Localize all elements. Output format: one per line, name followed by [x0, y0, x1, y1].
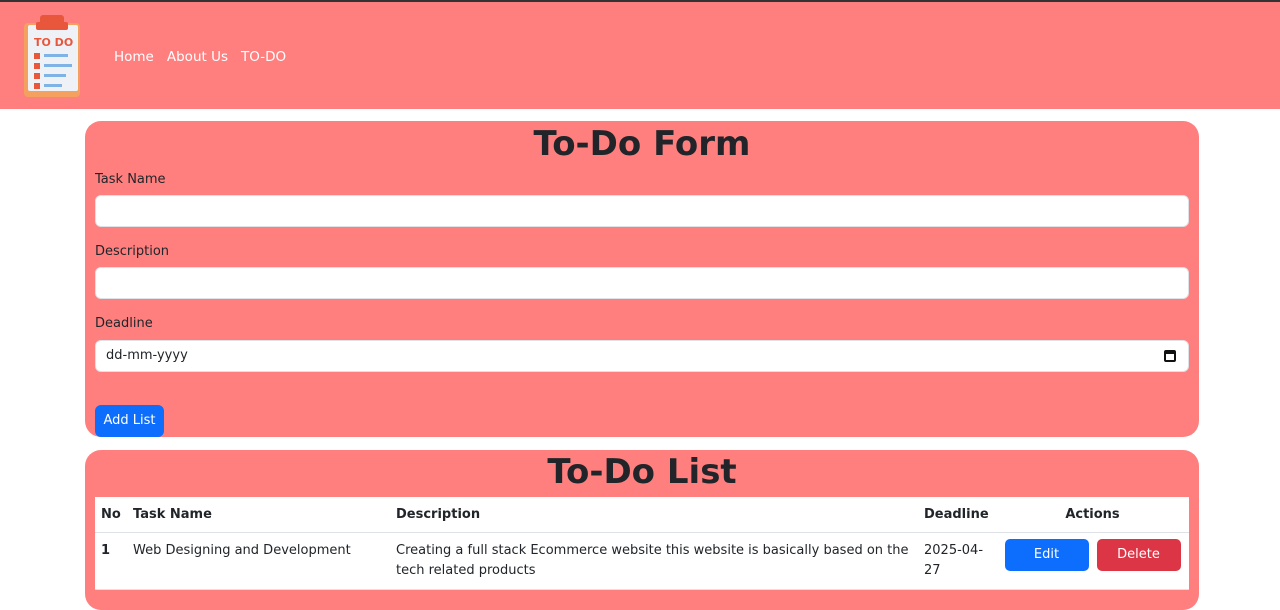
todo-table: No Task Name Description Deadline Action…	[95, 497, 1189, 590]
task-name-input[interactable]	[95, 195, 1189, 227]
navbar: TO DO Home About Us TO-DO	[0, 0, 1280, 109]
row-description: Creating a full stack Ecommerce website …	[390, 532, 918, 590]
header-actions: Actions	[996, 497, 1189, 533]
header-deadline: Deadline	[918, 497, 996, 533]
table-row: 1 Web Designing and Development Creating…	[95, 532, 1189, 590]
task-name-label: Task Name	[95, 172, 166, 187]
description-label: Description	[95, 244, 170, 259]
header-no: No	[95, 497, 127, 533]
list-title: To-Do List	[547, 452, 737, 492]
table-header-row: No Task Name Description Deadline Action…	[95, 497, 1189, 533]
description-input[interactable]	[95, 267, 1189, 299]
deadline-label: Deadline	[95, 316, 153, 331]
delete-button[interactable]: Delete	[1096, 538, 1181, 571]
nav-link-home[interactable]: Home	[114, 49, 154, 65]
header-task-name: Task Name	[127, 497, 390, 533]
header-description: Description	[390, 497, 918, 533]
row-task-name: Web Designing and Development	[127, 532, 390, 590]
row-no: 1	[95, 532, 127, 590]
todo-form-card: To-Do Form Task Name Description Deadlin…	[85, 121, 1199, 437]
calendar-icon[interactable]	[1164, 350, 1176, 362]
nav-link-todo[interactable]: TO-DO	[241, 49, 286, 65]
form-title: To-Do Form	[533, 124, 751, 164]
nav-link-about-us[interactable]: About Us	[167, 49, 228, 65]
logo-text: TO DO	[34, 36, 73, 49]
nav-links: Home About Us TO-DO	[114, 49, 286, 65]
todo-list-card: To-Do List No Task Name Description Dead…	[85, 450, 1199, 610]
edit-button[interactable]: Edit	[1004, 538, 1089, 571]
todo-logo-icon[interactable]: TO DO	[20, 13, 84, 101]
row-actions: Edit Delete	[996, 532, 1189, 590]
deadline-input[interactable]: dd-mm-yyyy	[95, 340, 1189, 372]
deadline-placeholder: dd-mm-yyyy	[106, 348, 188, 363]
row-deadline: 2025-04-27	[918, 532, 996, 590]
add-list-button[interactable]: Add List	[95, 405, 164, 437]
